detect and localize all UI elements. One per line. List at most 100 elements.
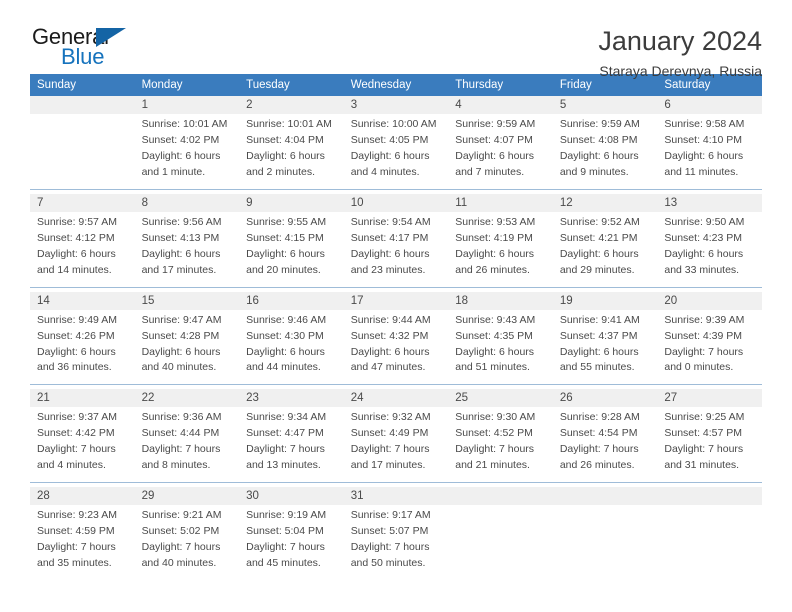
day-cell[interactable]: Sunrise: 9:17 AM Sunset: 5:07 PM Daylight:…: [343, 505, 449, 581]
sunset-text: Sunset: 4:37 PM: [559, 329, 638, 342]
day-cell[interactable]: Sunrise: 9:47 AM Sunset: 4:28 PM Daylight:…: [134, 309, 240, 385]
daylight-text-line1: Daylight: 6 hours: [455, 345, 535, 358]
day-cell[interactable]: Sunrise: 10:01 AM Sunset: 4:02 PM Daylight…: [134, 114, 240, 190]
day-number[interactable]: 5: [552, 96, 658, 114]
day-cell[interactable]: Sunrise: 9:58 AM Sunset: 4:10 PM Daylight:…: [657, 114, 762, 190]
daylight-text-line1: Daylight: 6 hours: [559, 149, 639, 162]
day-cell[interactable]: Sunrise: 9:54 AM Sunset: 4:17 PM Daylight:…: [343, 211, 449, 288]
day-number[interactable]: 29: [134, 487, 240, 506]
sunset-text: Sunset: 4:47 PM: [246, 427, 324, 440]
day-cell[interactable]: Sunrise: 10:00 AM Sunset: 4:05 PM Daylight…: [343, 114, 449, 190]
day-cell[interactable]: Sunrise: 9:59 AM Sunset: 4:07 PM Daylight:…: [448, 114, 553, 190]
day-cell[interactable]: Sunrise: 9:37 AM Sunset: 4:42 PM Daylight:…: [30, 407, 135, 483]
daylight-text-line1: Daylight: 7 hours: [246, 541, 325, 554]
day-number[interactable]: 3: [343, 96, 449, 114]
sunrise-text: Sunrise: 9:44 AM: [350, 313, 431, 326]
day-number[interactable]: 2: [239, 96, 344, 114]
day-cell[interactable]: Sunrise: 9:55 AM Sunset: 4:15 PM Daylight:…: [239, 211, 344, 288]
day-number[interactable]: 13: [657, 193, 762, 212]
day-number[interactable]: 21: [30, 389, 135, 408]
day-cell[interactable]: Sunrise: 9:59 AM Sunset: 4:08 PM Daylight:…: [552, 114, 658, 190]
day-number[interactable]: 15: [134, 291, 240, 310]
day-cell[interactable]: Sunrise: 9:49 AM Sunset: 4:26 PM Daylight:…: [30, 309, 135, 385]
day-cell[interactable]: Sunrise: 9:32 AM Sunset: 4:49 PM Daylight:…: [343, 407, 449, 483]
day-cell-empty: [552, 505, 658, 581]
daylight-text-line2: and 50 minutes.: [350, 557, 426, 570]
day-cell[interactable]: Sunrise: 9:34 AM Sunset: 4:47 PM Daylight:…: [239, 407, 344, 483]
day-number-row: 21 22 23 24 25 26 27: [30, 389, 762, 408]
day-cell[interactable]: Sunrise: 9:21 AM Sunset: 5:02 PM Daylight:…: [134, 505, 240, 581]
day-cell[interactable]: Sunrise: 9:44 AM Sunset: 4:32 PM Daylight:…: [343, 309, 449, 385]
day-cell[interactable]: Sunrise: 9:53 AM Sunset: 4:19 PM Daylight:…: [448, 211, 553, 288]
day-number[interactable]: 1: [134, 96, 240, 114]
calendar-grid: Sunday Monday Tuesday Wednesday Thursday…: [30, 74, 762, 581]
day-number[interactable]: 16: [239, 291, 344, 310]
day-number[interactable]: 18: [448, 291, 553, 310]
daylight-text-line1: Daylight: 6 hours: [141, 149, 221, 162]
calendar-body: 1 2 3 4 5 6 Sunrise: 10:01 AM Sunset: 4:02 PM Da…: [30, 96, 762, 581]
sunset-text: Sunset: 4:49 PM: [350, 427, 429, 440]
sunrise-text: Sunrise: 9:59 AM: [559, 118, 640, 130]
day-number[interactable]: 30: [239, 487, 344, 506]
sunrise-text: Sunrise: 9:46 AM: [246, 313, 327, 326]
day-number[interactable]: 6: [657, 96, 762, 114]
day-number[interactable]: 23: [239, 389, 344, 408]
day-number[interactable]: 11: [448, 193, 553, 212]
daylight-text-line1: Daylight: 7 hours: [141, 541, 221, 554]
sunrise-text: Sunrise: 9:47 AM: [141, 313, 222, 326]
day-cell[interactable]: Sunrise: 9:30 AM Sunset: 4:52 PM Daylight:…: [448, 407, 553, 483]
day-cell[interactable]: Sunrise: 9:39 AM Sunset: 4:39 PM Daylight:…: [657, 309, 762, 385]
day-cell[interactable]: Sunrise: 9:57 AM Sunset: 4:12 PM Daylight:…: [30, 211, 135, 288]
sunset-text: Sunset: 4:13 PM: [141, 231, 220, 244]
day-cell[interactable]: Sunrise: 9:19 AM Sunset: 5:04 PM Daylight:…: [239, 505, 344, 581]
day-cell[interactable]: Sunrise: 9:41 AM Sunset: 4:37 PM Daylight:…: [552, 309, 658, 385]
day-number[interactable]: 27: [657, 389, 762, 408]
sunset-text: Sunset: 5:04 PM: [246, 525, 324, 538]
daylight-text-line2: and 55 minutes.: [559, 361, 635, 374]
sunrise-text: Sunrise: 9:28 AM: [559, 411, 640, 424]
day-cell[interactable]: Sunrise: 9:28 AM Sunset: 4:54 PM Daylight:…: [552, 407, 658, 483]
day-number[interactable]: 17: [343, 291, 449, 310]
day-number[interactable]: 14: [30, 291, 135, 310]
day-cell[interactable]: Sunrise: 9:25 AM Sunset: 4:57 PM Daylight:…: [657, 407, 762, 483]
weekday-header-wednesday: Wednesday: [343, 74, 449, 96]
day-cell[interactable]: Sunrise: 9:50 AM Sunset: 4:23 PM Daylight:…: [657, 211, 762, 288]
sunset-text: Sunset: 4:19 PM: [455, 231, 533, 244]
day-number[interactable]: 26: [552, 389, 658, 408]
daylight-text-line1: Daylight: 6 hours: [141, 247, 221, 260]
day-cell-empty: [30, 114, 135, 190]
sunset-text: Sunset: 4:07 PM: [455, 133, 533, 146]
day-number[interactable]: 4: [448, 96, 553, 114]
day-cell[interactable]: Sunrise: 9:46 AM Sunset: 4:30 PM Daylight:…: [239, 309, 344, 385]
day-number[interactable]: 28: [30, 487, 135, 506]
daylight-text-line1: Daylight: 7 hours: [37, 443, 116, 456]
sunrise-text: Sunrise: 9:39 AM: [664, 313, 745, 326]
day-number[interactable]: 10: [343, 193, 449, 212]
day-cell[interactable]: Sunrise: 9:43 AM Sunset: 4:35 PM Daylight:…: [448, 309, 553, 385]
sunrise-text: Sunrise: 9:21 AM: [141, 509, 222, 522]
day-number[interactable]: 25: [448, 389, 553, 408]
sunset-text: Sunset: 4:54 PM: [559, 427, 638, 440]
day-number[interactable]: 22: [134, 389, 240, 408]
day-number[interactable]: 7: [30, 193, 135, 212]
day-number[interactable]: 31: [343, 487, 449, 506]
day-number[interactable]: 24: [343, 389, 449, 408]
day-cell[interactable]: Sunrise: 9:52 AM Sunset: 4:21 PM Daylight:…: [552, 211, 658, 288]
daylight-text-line1: Daylight: 6 hours: [350, 247, 430, 260]
day-cell[interactable]: Sunrise: 9:23 AM Sunset: 4:59 PM Daylight:…: [30, 505, 135, 581]
day-cell[interactable]: Sunrise: 10:01 AM Sunset: 4:04 PM Daylight…: [239, 114, 344, 190]
day-number[interactable]: 12: [552, 193, 658, 212]
day-cell[interactable]: Sunrise: 9:36 AM Sunset: 4:44 PM Daylight:…: [134, 407, 240, 483]
sunrise-text: Sunrise: 9:57 AM: [37, 215, 117, 228]
sunrise-text: Sunrise: 9:52 AM: [559, 215, 640, 228]
sunset-text: Sunset: 4:17 PM: [350, 231, 429, 244]
day-cell[interactable]: Sunrise: 9:56 AM Sunset: 4:13 PM Daylight:…: [134, 211, 240, 288]
day-number[interactable]: 9: [239, 193, 344, 212]
sunset-text: Sunset: 4:30 PM: [246, 329, 324, 342]
day-number[interactable]: 19: [552, 291, 658, 310]
daylight-text-line1: Daylight: 7 hours: [664, 443, 744, 456]
day-details-row: Sunrise: 9:23 AM Sunset: 4:59 PM Daylight:…: [30, 505, 762, 581]
day-number-row: 14 15 16 17 18 19 20: [30, 291, 762, 310]
day-number[interactable]: 20: [657, 291, 762, 310]
day-number[interactable]: 8: [134, 193, 240, 212]
